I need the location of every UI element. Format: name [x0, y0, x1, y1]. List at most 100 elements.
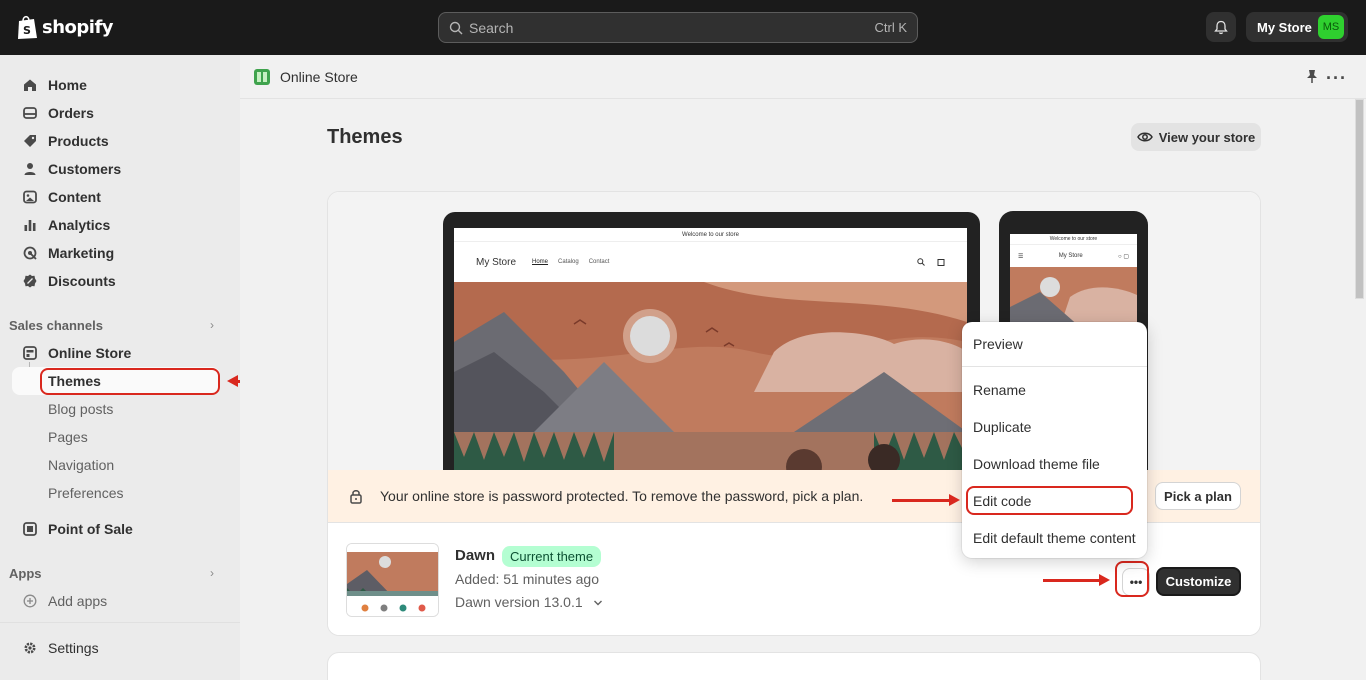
- view-store-button[interactable]: View your store: [1131, 123, 1261, 151]
- announcement-bar: Welcome to our store: [454, 228, 967, 242]
- sidebar-item-products[interactable]: Products: [12, 127, 220, 155]
- sidebar-item-marketing[interactable]: Marketing: [12, 239, 220, 267]
- online-store-app-icon: [254, 68, 270, 85]
- preview-nav-link: Home: [532, 259, 549, 265]
- sidebar-item-label: Products: [48, 133, 109, 149]
- theme-thumbnail[interactable]: [346, 543, 439, 617]
- menu-divider: [962, 366, 1147, 367]
- sidebar-item-preferences[interactable]: Preferences: [48, 479, 123, 507]
- gear-icon: [22, 640, 38, 656]
- notifications-button[interactable]: [1206, 12, 1236, 42]
- sidebar-item-label: Add apps: [48, 593, 108, 609]
- laptop-preview: Welcome to our store My Store Home Catal…: [443, 212, 980, 488]
- sidebar-item-label: Analytics: [48, 217, 111, 233]
- sidebar-item-customers[interactable]: Customers: [12, 155, 220, 183]
- actions-highlight-annotation: [1115, 561, 1149, 597]
- sidebar-item-navigation[interactable]: Navigation: [48, 451, 114, 479]
- annotation-arrow-edit-code: [892, 494, 960, 506]
- preview-store-name: My Store: [476, 256, 517, 268]
- tag-icon: [22, 133, 38, 149]
- theme-thumbnail-image: [347, 544, 438, 616]
- search-icon: [917, 258, 925, 266]
- store-menu-button[interactable]: My Store MS: [1246, 12, 1348, 42]
- more-actions-icon[interactable]: ···: [1326, 68, 1347, 89]
- sidebar-item-label: Content: [48, 189, 101, 205]
- search-placeholder: Search: [469, 19, 514, 36]
- sidebar-item-point-of-sale[interactable]: Point of Sale: [12, 515, 220, 543]
- page-title: Themes: [327, 126, 403, 148]
- menu-item-duplicate[interactable]: Duplicate: [973, 419, 1031, 435]
- search-input[interactable]: Search Ctrl K: [438, 12, 918, 43]
- main-content: Online Store ··· Themes View your store …: [240, 55, 1366, 680]
- cart-icon: [937, 259, 945, 266]
- page-header: Online Store ···: [240, 55, 1366, 99]
- person-icon: [22, 161, 38, 177]
- phone-store-nav: ☰ My Store ○ ▢: [1010, 245, 1137, 267]
- phone-announcement-bar: Welcome to our store: [1010, 234, 1137, 245]
- shopify-bag-icon: S: [18, 15, 37, 39]
- sidebar-item-label: Discounts: [48, 273, 116, 289]
- home-icon: [22, 77, 38, 93]
- menu-item-edit-default-content[interactable]: Edit default theme content: [973, 530, 1136, 546]
- theme-version[interactable]: Dawn version 13.0.1: [455, 594, 603, 610]
- sidebar: Home Orders Products Customers Content A…: [0, 55, 293, 680]
- sales-channels-label[interactable]: Sales channels: [9, 318, 103, 333]
- menu-item-rename[interactable]: Rename: [973, 382, 1026, 398]
- sidebar-item-label: Settings: [48, 640, 99, 656]
- search-icon: [449, 21, 463, 34]
- svg-text:S: S: [23, 24, 31, 37]
- sidebar-item-settings[interactable]: Settings: [12, 634, 220, 662]
- preview-nav-links: Home Catalog Contact: [532, 259, 609, 265]
- sidebar-item-pages[interactable]: Pages: [48, 423, 88, 451]
- phone-hero-illustration: [1010, 267, 1137, 327]
- eye-icon: [1136, 132, 1153, 142]
- sidebar-item-discounts[interactable]: Discounts: [12, 267, 220, 295]
- preview-nav-link: Contact: [588, 259, 610, 265]
- pos-icon: [22, 521, 38, 537]
- chevron-down-icon: [593, 600, 602, 606]
- view-store-label: View your store: [1158, 129, 1256, 145]
- theme-added-time: Added: 51 minutes ago: [455, 571, 599, 587]
- theme-library-card: [327, 652, 1261, 680]
- theme-actions-menu: Preview Rename Duplicate Download theme …: [962, 322, 1147, 558]
- preview-nav-icons: [917, 258, 945, 266]
- sidebar-item-analytics[interactable]: Analytics: [12, 211, 220, 239]
- apps-label[interactable]: Apps: [9, 566, 42, 581]
- theme-name: Dawn: [455, 547, 496, 564]
- scrollbar-thumb[interactable]: [1355, 99, 1364, 299]
- customize-button[interactable]: Customize: [1156, 567, 1241, 596]
- edit-code-highlight-annotation: [966, 486, 1133, 515]
- chevron-right-icon[interactable]: ›: [210, 318, 214, 332]
- sidebar-item-home[interactable]: Home: [12, 71, 220, 99]
- sidebar-item-online-store[interactable]: Online Store: [12, 339, 220, 367]
- orders-icon: [22, 105, 38, 121]
- sidebar-item-label: Marketing: [48, 245, 115, 261]
- sidebar-divider: [0, 622, 240, 623]
- pin-icon[interactable]: [1306, 69, 1318, 86]
- pick-plan-button[interactable]: Pick a plan: [1155, 482, 1241, 510]
- sidebar-item-content[interactable]: Content: [12, 183, 220, 211]
- bell-icon: [1214, 20, 1228, 34]
- status-badge: Current theme: [502, 546, 602, 567]
- sidebar-item-add-apps[interactable]: Add apps: [12, 587, 220, 615]
- search-shortcut: Ctrl K: [874, 20, 908, 35]
- logo-text: shopify: [42, 16, 114, 38]
- discount-icon: [22, 273, 38, 289]
- sidebar-item-label: Point of Sale: [48, 521, 133, 537]
- chevron-right-icon[interactable]: ›: [210, 566, 214, 580]
- menu-item-preview[interactable]: Preview: [973, 336, 1023, 352]
- shopify-logo[interactable]: S shopify: [16, 14, 114, 40]
- menu-icon: ☰: [1018, 253, 1024, 260]
- top-bar: S shopify Search Ctrl K My Store MS: [0, 0, 1366, 55]
- preview-store-nav: My Store Home Catalog Contact: [454, 242, 967, 282]
- content-icon: [22, 189, 38, 205]
- menu-item-download[interactable]: Download theme file: [973, 456, 1100, 472]
- analytics-icon: [22, 217, 38, 233]
- phone-store-name: My Store: [1058, 253, 1083, 259]
- hero-illustration: [454, 282, 967, 488]
- breadcrumb: Online Store: [280, 68, 358, 85]
- sidebar-item-blog-posts[interactable]: Blog posts: [48, 395, 113, 423]
- sidebar-item-orders[interactable]: Orders: [12, 99, 220, 127]
- plus-circle-icon: [22, 593, 38, 609]
- scrollbar[interactable]: [1352, 99, 1366, 680]
